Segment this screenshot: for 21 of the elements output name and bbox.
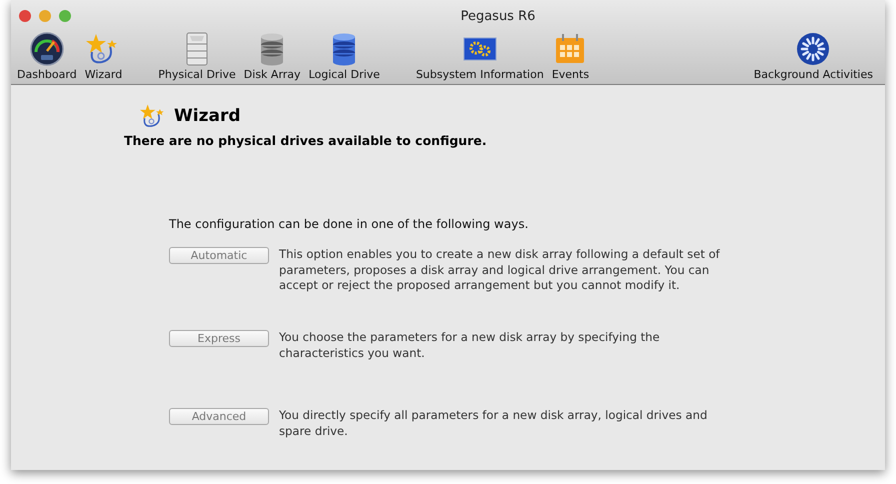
window-control[interactable] <box>39 10 51 22</box>
window-control[interactable] <box>19 10 31 22</box>
toolbar-button[interactable]: Disk Array <box>244 32 301 81</box>
option-description: You choose the parameters for a new disk array by specifying the characteristics you want. <box>279 330 661 362</box>
spinner-icon <box>796 32 830 66</box>
toolbar-button[interactable]: Background Activities <box>754 32 873 81</box>
toolbar-button[interactable]: Events <box>552 32 590 81</box>
intro-text: The configuration can be done in one of the following ways. <box>169 217 530 231</box>
toolbar-button[interactable]: Subsystem Information <box>416 32 544 81</box>
wizard-star-icon <box>140 103 166 129</box>
gauge-icon <box>30 32 64 66</box>
toolbar-button[interactable]: Wizard <box>84 32 122 81</box>
option-description: This option enables you to create a new disk array following a default set of parameters, proposes a disk array and logical drive arrangement. You can accept or reject the proposed arrangement but you cannot modify it. <box>279 247 721 294</box>
toolbar-button[interactable]: Logical Drive <box>308 32 380 81</box>
window-control[interactable] <box>59 10 71 22</box>
option-description: You directly specify all parameters for a new disk array, logical drives and spare drive. <box>279 408 708 439</box>
toolbar-button[interactable]: Physical Drive <box>158 32 236 81</box>
toolbar-button[interactable]: Dashboard <box>17 32 77 81</box>
window-title: Pegasus R6 <box>460 8 536 24</box>
notice-text: There are no physical drives available to configure. <box>124 133 488 148</box>
page-heading: Wizard <box>174 106 240 126</box>
